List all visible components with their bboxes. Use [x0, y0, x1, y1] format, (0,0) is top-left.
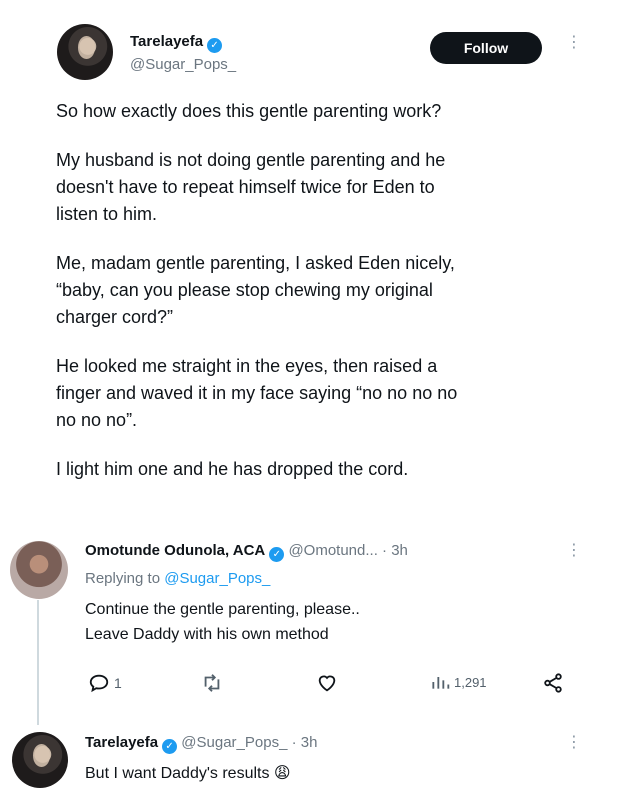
avatar-face	[78, 36, 96, 59]
reply2-text-content: But I want Daddy's results	[85, 765, 270, 782]
more-options-icon[interactable]: ⋮	[566, 543, 582, 559]
weary-face-emoji: 😩	[273, 765, 291, 782]
views-button[interactable]: 1,291	[430, 672, 487, 692]
retweet-icon	[204, 674, 220, 692]
reply2-time[interactable]: · 3h	[292, 734, 318, 751]
author-avatar[interactable]	[57, 24, 113, 80]
replying-to: Replying to @Sugar_Pops_	[85, 570, 270, 587]
reply1-line: Leave Daddy with his own method	[85, 626, 329, 643]
reply-count: 1	[114, 675, 122, 691]
tweet-line: doesn't have to repeat himself twice for…	[56, 177, 435, 197]
views-count: 1,291	[454, 674, 487, 690]
reply1-author-handle[interactable]: @Omotund...	[288, 542, 377, 559]
tweet-paragraph: My husband is not doing gentle parenting…	[56, 147, 576, 228]
tweet-line: I light him one and he has dropped the c…	[56, 459, 409, 479]
reply2-author-name[interactable]: Tarelayefa	[85, 734, 158, 751]
tweet-line: finger and waved it in my face saying “n…	[56, 383, 458, 403]
reply1-text: Continue the gentle parenting, please.. …	[85, 597, 360, 647]
verified-badge-icon: ✓	[207, 38, 223, 53]
reply1-line: Continue the gentle parenting, please..	[85, 601, 360, 618]
tweet-line: Me, madam gentle parenting, I asked Eden…	[56, 253, 455, 273]
share-icon	[544, 673, 562, 693]
replying-to-handle[interactable]: @Sugar_Pops_	[164, 570, 270, 587]
author-name[interactable]: Tarelayefa	[130, 33, 203, 50]
tweet-line: “baby, can you please stop chewing my or…	[56, 280, 433, 300]
reply2-author-handle[interactable]: @Sugar_Pops_	[181, 734, 287, 751]
follow-button[interactable]: Follow	[430, 32, 542, 64]
reply2-text: But I want Daddy's results 😩	[85, 761, 291, 786]
tweet-body: So how exactly does this gentle parentin…	[56, 98, 576, 483]
like-button[interactable]	[315, 672, 339, 694]
reply-author-avatar[interactable]	[10, 541, 68, 599]
tweet-line: charger cord?”	[56, 307, 174, 327]
author-header: Tarelayefa ✓ @Sugar_Pops_	[130, 33, 236, 73]
tweet-line: listen to him.	[56, 204, 158, 224]
verified-badge-icon: ✓	[162, 739, 178, 754]
views-icon	[432, 677, 450, 689]
author-handle[interactable]: @Sugar_Pops_	[130, 56, 236, 73]
thread-connector-line	[37, 600, 39, 725]
more-options-icon[interactable]: ⋮	[566, 735, 582, 751]
tweet-paragraph: I light him one and he has dropped the c…	[56, 456, 576, 483]
share-button[interactable]	[542, 672, 564, 694]
reply-button[interactable]: 1	[88, 672, 122, 694]
tweet-line: no no no”.	[56, 410, 138, 430]
reply1-author-name[interactable]: Omotunde Odunola, ACA	[85, 542, 265, 559]
tweet-paragraph: He looked me straight in the eyes, then …	[56, 353, 576, 434]
reply1-header: Omotunde Odunola, ACA ✓ @Omotund... · 3h	[85, 542, 408, 562]
tweet-line: So how exactly does this gentle parentin…	[56, 101, 442, 121]
more-options-icon[interactable]: ⋮	[566, 35, 582, 51]
retweet-button[interactable]	[200, 672, 224, 694]
tweet-paragraph: Me, madam gentle parenting, I asked Eden…	[56, 250, 576, 331]
like-icon	[318, 675, 336, 692]
reply2-header: Tarelayefa ✓ @Sugar_Pops_ · 3h	[85, 734, 317, 754]
reply2-author-avatar[interactable]	[12, 732, 68, 788]
tweet-line: My husband is not doing gentle parenting…	[56, 150, 446, 170]
tweet-paragraph: So how exactly does this gentle parentin…	[56, 98, 576, 125]
reply1-time[interactable]: · 3h	[382, 542, 408, 559]
verified-badge-icon: ✓	[269, 547, 285, 562]
avatar-face	[33, 744, 51, 767]
tweet-line: He looked me straight in the eyes, then …	[56, 356, 438, 376]
replying-to-prefix: Replying to	[85, 570, 161, 587]
reply-icon	[89, 674, 109, 693]
